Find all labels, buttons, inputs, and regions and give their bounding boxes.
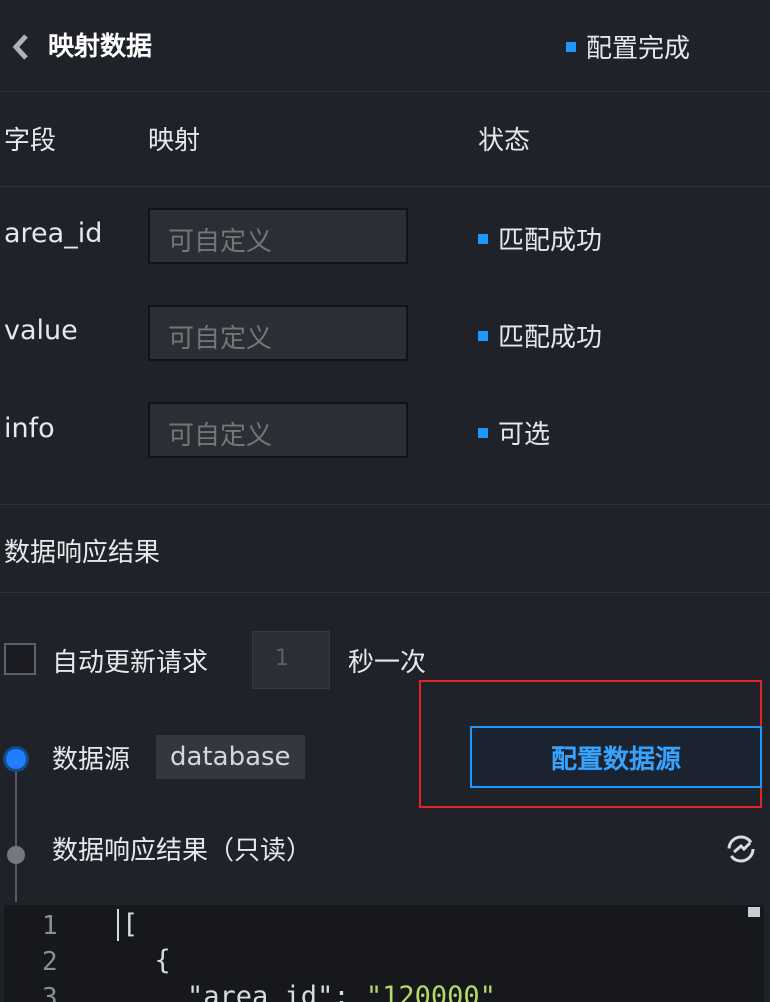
line-number: 3 <box>42 983 58 1002</box>
status-dot-icon <box>566 41 576 52</box>
code-string: "120000" <box>365 981 496 1002</box>
column-header-mapping: 映射 <box>148 126 201 156</box>
configure-datasource-button[interactable]: 配置数据源 <box>470 726 762 788</box>
refresh-icon[interactable] <box>724 832 758 866</box>
auto-update-label: 自动更新请求 <box>52 648 209 678</box>
code-line: [ <box>122 909 139 940</box>
match-status-info: 可选 <box>478 414 550 451</box>
divider <box>0 91 770 92</box>
datasource-type-tag: database <box>156 735 305 779</box>
text-cursor <box>117 909 119 941</box>
code-line: { <box>122 945 171 976</box>
timeline-step-active-icon <box>6 749 26 769</box>
column-header-field: 字段 <box>4 126 57 156</box>
status-dot-icon <box>478 330 488 341</box>
back-chevron-icon[interactable] <box>10 34 32 60</box>
field-name-value: value <box>4 315 78 346</box>
column-header-status: 状态 <box>478 126 531 156</box>
divider <box>0 186 770 187</box>
code-line: "area_id": "120000" <box>122 981 496 1002</box>
mapping-input-area-id[interactable] <box>148 208 408 264</box>
code-key: "area_id": <box>122 981 366 1002</box>
match-status-area-id: 匹配成功 <box>478 220 602 257</box>
line-gutter: 1 2 3 <box>4 905 104 1002</box>
match-status-label: 匹配成功 <box>498 323 603 353</box>
match-status-label: 匹配成功 <box>498 226 603 256</box>
editor-scrollbar[interactable] <box>748 907 760 917</box>
timeline-line <box>15 770 17 902</box>
timeline-step-icon <box>7 846 25 864</box>
divider <box>0 504 770 505</box>
page-title: 映射数据 <box>48 32 153 62</box>
datasource-label: 数据源 <box>52 745 131 775</box>
divider <box>0 592 770 593</box>
section-title-response: 数据响应结果 <box>4 538 161 568</box>
mapping-input-info[interactable] <box>148 402 408 458</box>
auto-update-checkbox[interactable] <box>4 643 36 675</box>
field-name-area-id: area_id <box>4 218 103 249</box>
code-editor[interactable]: 1 2 3 [ { "area_id": "120000" <box>4 905 764 1002</box>
status-dot-icon <box>478 233 488 244</box>
match-status-value: 匹配成功 <box>478 317 602 354</box>
interval-input[interactable]: 1 <box>252 631 330 689</box>
line-number: 2 <box>42 947 58 977</box>
interval-unit: 秒一次 <box>348 648 427 678</box>
config-status: 配置完成 <box>566 28 690 65</box>
match-status-label: 可选 <box>498 420 551 450</box>
field-name-info: info <box>4 413 55 444</box>
mapping-input-value[interactable] <box>148 305 408 361</box>
readonly-response-label: 数据响应结果（只读） <box>52 836 313 866</box>
config-status-label: 配置完成 <box>586 34 691 64</box>
status-dot-icon <box>478 427 488 438</box>
line-number: 1 <box>42 911 58 941</box>
